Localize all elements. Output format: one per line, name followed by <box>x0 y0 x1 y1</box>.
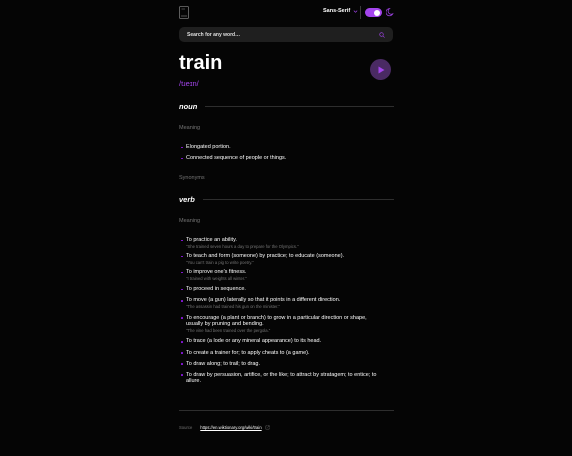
definition-item: To improve one's fitness. "I trained wit… <box>179 269 393 282</box>
part-of-speech-noun: noun <box>179 102 394 111</box>
divider-line <box>205 106 394 107</box>
search-input[interactable] <box>187 31 379 38</box>
header: Sans-Serif <box>179 6 394 20</box>
toggle-knob <box>374 9 380 16</box>
divider-line <box>202 199 394 200</box>
external-link-icon[interactable] <box>265 425 270 430</box>
moon-icon <box>386 8 394 17</box>
play-icon <box>378 66 384 73</box>
definition-item: To move (a gun) laterally so that it poi… <box>179 297 393 310</box>
definition-item: To create a trainer for; to apply cheats… <box>179 350 393 357</box>
chevron-down-icon <box>353 9 358 13</box>
definition-text: To draw by persuasion, artifice, or the … <box>186 371 377 385</box>
definition-text: Elongated portion. <box>186 144 231 150</box>
definition-text: Connected sequence of people or things. <box>186 155 287 162</box>
source-row: Source https://en.wiktionary.org/wiki/tr… <box>179 425 270 430</box>
font-selector[interactable]: Sans-Serif <box>323 8 358 14</box>
definition-example: "You can't train a pig to write poetry." <box>186 259 254 265</box>
word-title: train <box>179 52 223 74</box>
definition-item: To teach and form (someone) by practice;… <box>179 253 393 266</box>
play-pronunciation-button[interactable] <box>370 59 391 80</box>
search-bar <box>179 27 393 42</box>
phonetic: /tɹeɪn/ <box>179 79 199 88</box>
part-of-speech-verb: verb <box>179 195 394 204</box>
footer-divider <box>179 410 394 411</box>
synonyms-label: Synonyms <box>179 175 205 181</box>
meaning-label: Meaning <box>179 125 201 131</box>
search-icon[interactable] <box>379 31 385 38</box>
definition-item: To draw along; to trail; to drag. <box>179 361 393 368</box>
definition-text: To move (a gun) laterally so that it poi… <box>186 297 341 304</box>
definition-list-verb: To practice an ability. "She trained sev… <box>179 237 393 385</box>
header-divider <box>360 6 361 19</box>
definition-text: To encourage (a plant or branch) to grow… <box>186 314 367 328</box>
theme-toggle[interactable] <box>365 8 382 17</box>
definition-item: To encourage (a plant or branch) to grow… <box>179 315 393 334</box>
source-link[interactable]: https://en.wiktionary.org/wiki/train <box>200 425 261 430</box>
definition-item: Connected sequence of people or things. <box>179 155 393 162</box>
part-of-speech-label: verb <box>179 195 195 204</box>
definition-text: To practice an ability. <box>186 237 237 243</box>
definition-text: To proceed in sequence. <box>186 286 246 293</box>
part-of-speech-label: noun <box>179 102 198 111</box>
book-logo-icon[interactable] <box>179 6 189 19</box>
definition-list-noun: Elongated portion. Connected sequence of… <box>179 144 393 162</box>
definition-example: "She trained seven hours a day to prepar… <box>186 243 299 249</box>
definition-item: Elongated portion. <box>179 144 393 151</box>
definition-item: To draw by persuasion, artifice, or the … <box>179 372 393 385</box>
definition-text: To create a trainer for; to apply cheats… <box>186 349 310 356</box>
definition-item: To practice an ability. "She trained sev… <box>179 237 393 250</box>
definition-example: "The vine had been trained over the perg… <box>186 327 271 333</box>
definition-text: To improve one's fitness. <box>186 268 247 275</box>
meaning-label: Meaning <box>179 218 201 224</box>
definition-text: To teach and form (someone) by practice;… <box>186 252 345 259</box>
definition-item: To trace (a lode or any mineral appearan… <box>179 338 393 345</box>
definition-example: "The assassin had trained his gun on the… <box>186 303 280 309</box>
definition-example: "I trained with weights all winter." <box>186 275 247 281</box>
definition-text: To trace (a lode or any mineral appearan… <box>186 338 322 345</box>
source-label: Source <box>179 425 193 430</box>
definition-item: To proceed in sequence. <box>179 286 393 293</box>
font-selector-label: Sans-Serif <box>323 8 351 14</box>
definition-text: To draw along; to trail; to drag. <box>186 360 260 367</box>
